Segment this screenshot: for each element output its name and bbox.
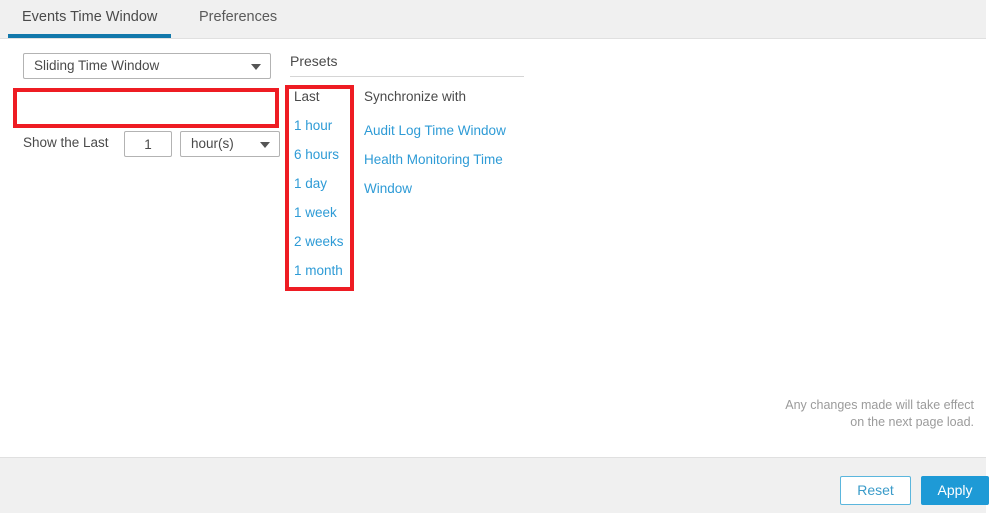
sync-link-health-monitoring-time-window[interactable]: Health Monitoring Time Window [364,145,529,203]
tab-events-time-window-label: Events Time Window [22,9,158,25]
footer-bar: Reset Apply [0,457,989,513]
presets-divider [290,76,524,77]
content-area: Sliding Time Window Show the Last hour(s… [1,39,986,457]
reset-button[interactable]: Reset [840,476,911,505]
presets-section: Presets Last 1 hour 6 hours 1 day 1 week… [290,53,524,278]
tab-bar: Events Time Window Preferences [0,0,986,39]
apply-button[interactable]: Apply [921,476,989,505]
show-the-last-unit-select[interactable]: hour(s) [180,131,280,157]
changes-note-line-2: on the next page load. [850,415,974,429]
preferences-panel: Events Time Window Preferences Sliding T… [0,0,989,513]
preset-link-1-hour[interactable]: 1 hour [294,116,356,145]
presets-title: Presets [290,53,338,69]
chevron-down-icon [251,64,261,70]
changes-note: Any changes made will take effect on the… [674,397,974,431]
show-the-last-label: Show the Last [23,135,109,150]
time-window-type-value: Sliding Time Window [34,58,160,73]
presets-last-column: Last 1 hour 6 hours 1 day 1 week 2 weeks… [294,87,356,290]
preset-link-1-day[interactable]: 1 day [294,174,356,203]
preset-link-1-week[interactable]: 1 week [294,203,356,232]
active-tab-indicator [8,34,172,38]
chevron-down-icon [260,142,270,148]
time-window-type-select[interactable]: Sliding Time Window [23,53,271,79]
changes-note-line-1: Any changes made will take effect [785,398,974,412]
tab-events-time-window[interactable]: Events Time Window [8,0,172,38]
presets-last-heading: Last [294,89,320,104]
tab-preferences[interactable]: Preferences [185,0,291,38]
preset-link-1-month[interactable]: 1 month [294,261,356,290]
presets-synchronize-column: Synchronize with Audit Log Time Window H… [364,87,529,203]
tab-preferences-label: Preferences [199,9,278,25]
presets-synchronize-heading: Synchronize with [364,89,467,104]
show-the-last-unit-value: hour(s) [191,136,234,151]
preset-link-6-hours[interactable]: 6 hours [294,145,356,174]
show-the-last-amount-input[interactable] [124,131,172,157]
sync-link-audit-log-time-window[interactable]: Audit Log Time Window [364,116,529,145]
preset-link-2-weeks[interactable]: 2 weeks [294,232,356,261]
